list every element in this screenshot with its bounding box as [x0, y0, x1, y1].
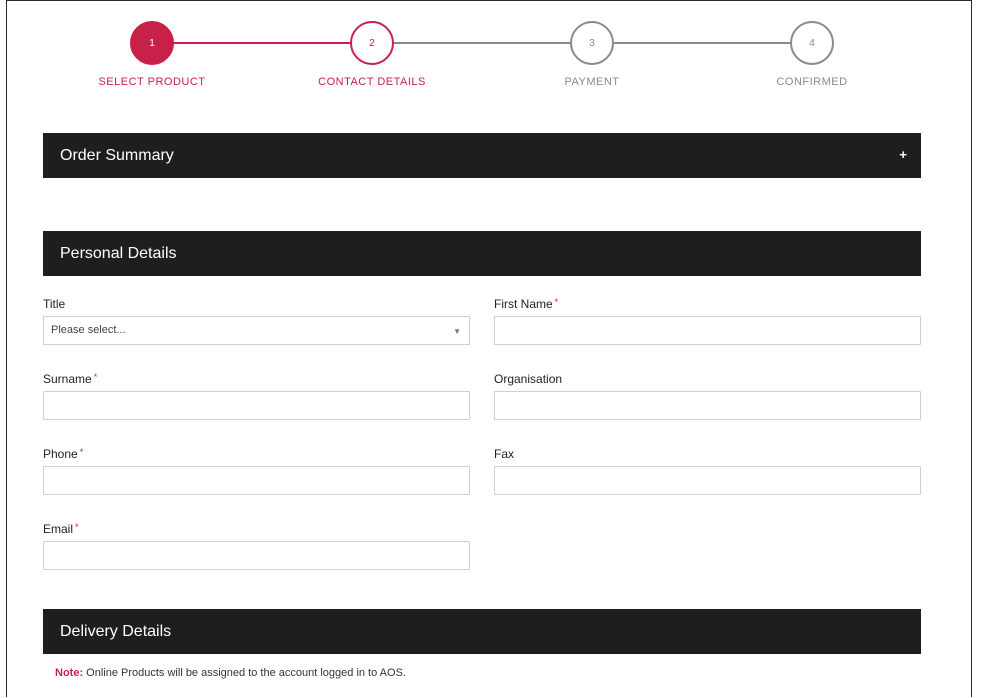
step-3-label: PAYMENT [564, 76, 620, 88]
email-label: Email * [43, 522, 79, 536]
fax-label: Fax [494, 447, 514, 461]
step-3-circle: 3 [570, 21, 614, 65]
note-text: Online Products will be assigned to the … [83, 667, 406, 679]
step-2-number: 2 [369, 37, 375, 49]
step-2-label[interactable]: CONTACT DETAILS [282, 76, 462, 88]
surname-label: Surname * [43, 372, 97, 386]
email-label-text: Email [43, 522, 74, 536]
step-1-circle[interactable]: 1 [130, 21, 174, 65]
step-4-number: 4 [809, 37, 815, 49]
first-name-label-text: First Name [494, 297, 553, 311]
fax-input[interactable] [494, 466, 921, 495]
step-3-number: 3 [589, 37, 595, 49]
step-connector-1 [174, 42, 352, 44]
step-4-circle: 4 [790, 21, 834, 65]
required-marker: * [75, 522, 79, 532]
organisation-label-text: Organisation [494, 372, 563, 386]
personal-details-title: Personal Details [60, 244, 177, 262]
phone-label-text: Phone [43, 447, 78, 461]
order-summary-title: Order Summary [60, 146, 174, 164]
fax-label-text: Fax [494, 447, 515, 461]
step-1-number: 1 [149, 37, 155, 49]
surname-input[interactable] [43, 391, 470, 420]
phone-input[interactable] [43, 466, 470, 495]
first-name-input[interactable] [494, 316, 921, 345]
organisation-input[interactable] [494, 391, 921, 420]
delivery-details-title: Delivery Details [60, 622, 172, 640]
caret-down-icon: ▼ [453, 327, 461, 336]
delivery-note: Note: Online Products will be assigned t… [55, 667, 406, 679]
required-marker: * [79, 447, 84, 457]
step-1-label[interactable]: SELECT PRODUCT [62, 76, 242, 88]
step-connector-2 [394, 42, 572, 44]
delivery-details-header: Delivery Details [43, 609, 921, 654]
phone-label: Phone * [43, 447, 83, 461]
title-select[interactable]: Please select... ▼ [43, 316, 470, 345]
title-label: Title [43, 297, 65, 311]
title-select-value: Please select... [51, 324, 126, 336]
email-input[interactable] [43, 541, 470, 570]
title-label-text: Title [43, 297, 66, 311]
organisation-label: Organisation [494, 372, 562, 386]
note-label: Note: [55, 667, 84, 679]
expand-plus-icon[interactable]: + [899, 147, 907, 162]
step-4-label: CONFIRMED [776, 76, 848, 88]
personal-details-header: Personal Details [43, 231, 921, 276]
page-frame [6, 0, 972, 697]
step-2-circle[interactable]: 2 [350, 21, 394, 65]
required-marker: * [93, 372, 98, 382]
order-summary-header[interactable]: Order Summary + [43, 133, 921, 178]
surname-label-text: Surname [43, 372, 92, 386]
first-name-label: First Name * [494, 297, 558, 311]
required-marker: * [554, 297, 559, 307]
step-connector-3 [614, 42, 792, 44]
